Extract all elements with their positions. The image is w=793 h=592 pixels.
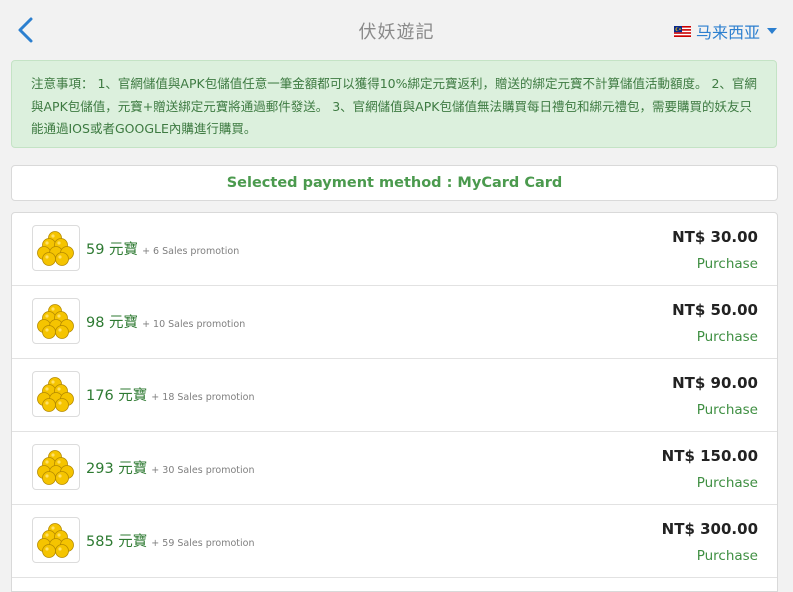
package-amount-label: 293 元寶 xyxy=(86,461,148,477)
package-price: NT$ 90.00 xyxy=(672,374,758,392)
package-row: 98 元寶 + 10 Sales promotion NT$ 50.00 Purc… xyxy=(12,286,777,359)
region-label: 马来西亚 xyxy=(695,23,760,42)
package-bonus: + 6 Sales promotion xyxy=(142,246,240,257)
package-bonus: + 59 Sales promotion xyxy=(151,538,255,549)
package-bonus: + 30 Sales promotion xyxy=(151,465,255,476)
app-header: 伏妖遊記 马来西亚 xyxy=(0,0,793,60)
region-selector[interactable]: 马来西亚 xyxy=(673,19,777,43)
package-amount-label: 176 元寶 xyxy=(86,388,148,404)
caret-down-icon xyxy=(767,28,777,34)
package-row: 585 元寶 + 59 Sales promotion NT$ 300.00 Pu… xyxy=(12,505,777,578)
package-row: 59 元寶 + 6 Sales promotion NT$ 30.00 Purch… xyxy=(12,213,777,286)
gold-coins-icon xyxy=(32,517,80,563)
purchase-button[interactable]: Purchase xyxy=(697,329,758,345)
package-amount: 59 元寶 + 6 Sales promotion xyxy=(86,238,239,259)
gold-coins-icon xyxy=(32,298,80,344)
package-amount: 176 元寶 + 18 Sales promotion xyxy=(86,384,255,405)
gold-coins-icon xyxy=(32,371,80,417)
purchase-button[interactable]: Purchase xyxy=(697,402,758,418)
purchase-button[interactable]: Purchase xyxy=(697,548,758,564)
package-price: NT$ 30.00 xyxy=(672,228,758,246)
malaysia-flag-icon xyxy=(673,25,691,37)
package-amount-label: 585 元寶 xyxy=(86,534,148,550)
package-price: NT$ 300.00 xyxy=(661,520,758,538)
package-list: 59 元寶 + 6 Sales promotion NT$ 30.00 Purch… xyxy=(11,212,778,592)
package-amount-label: 59 元寶 xyxy=(86,242,139,258)
purchase-button[interactable]: Purchase xyxy=(697,475,758,491)
package-amount-label: 98 元寶 xyxy=(86,315,139,331)
package-price: NT$ 150.00 xyxy=(661,447,758,465)
purchase-button[interactable]: Purchase xyxy=(697,256,758,272)
package-row: 176 元寶 + 18 Sales promotion NT$ 90.00 Pur… xyxy=(12,359,777,432)
package-bonus: + 10 Sales promotion xyxy=(142,319,246,330)
package-amount: 98 元寶 + 10 Sales promotion xyxy=(86,311,245,332)
package-bonus: + 18 Sales promotion xyxy=(151,392,255,403)
selected-payment-method: Selected payment method : MyCard Card xyxy=(11,165,778,201)
package-row: 293 元寶 + 30 Sales promotion NT$ 150.00 Pu… xyxy=(12,432,777,505)
package-price: NT$ 50.00 xyxy=(672,301,758,319)
package-amount: 293 元寶 + 30 Sales promotion xyxy=(86,457,255,478)
gold-coins-icon xyxy=(32,444,80,490)
gold-coins-icon xyxy=(32,225,80,271)
notice-banner: 注意事項： 1、官網儲值與APK包儲值任意一筆金額都可以獲得10%綁定元寶返利，… xyxy=(11,60,777,148)
package-amount: 585 元寶 + 59 Sales promotion xyxy=(86,530,255,551)
